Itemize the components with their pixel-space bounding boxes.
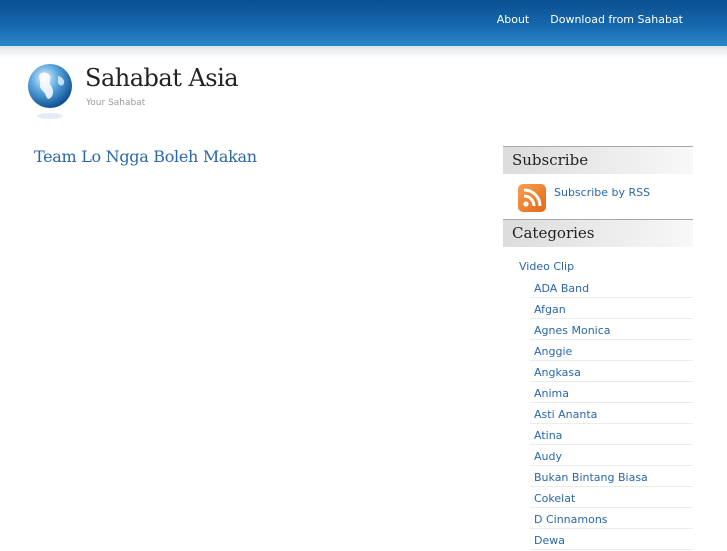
globe-icon[interactable] <box>27 63 75 123</box>
categories-heading: Categories <box>503 219 693 247</box>
list-item: Anima <box>530 382 693 403</box>
category-link[interactable]: Agnes Monica <box>534 324 611 337</box>
list-item: Angkasa <box>530 361 693 382</box>
category-link[interactable]: Angkasa <box>534 366 581 379</box>
subscribe-rss-link[interactable]: Subscribe by RSS <box>554 186 650 199</box>
top-header-bar: About Download from Sahabat <box>0 0 727 47</box>
nav-download-link[interactable]: Download from Sahabat <box>550 13 683 26</box>
subscribe-heading: Subscribe <box>503 146 693 174</box>
category-link[interactable]: Asti Ananta <box>534 408 597 421</box>
list-item: Cokelat <box>530 487 693 508</box>
list-item: ADA Band <box>530 277 693 298</box>
post-title-link[interactable]: Team Lo Ngga Boleh Makan <box>34 147 257 166</box>
sidebar: Subscribe Subscribe by RSS Categories Vi… <box>503 146 693 550</box>
category-link[interactable]: Atina <box>534 429 562 442</box>
site-tagline: Your Sahabat <box>86 98 146 108</box>
list-item: Atina <box>530 424 693 445</box>
category-link[interactable]: Cokelat <box>534 492 575 505</box>
header-shadow <box>0 46 727 58</box>
category-link[interactable]: ADA Band <box>534 282 589 295</box>
category-link[interactable]: Afgan <box>534 303 566 316</box>
category-list: ADA Band Afgan Agnes Monica Anggie Angka… <box>530 277 693 550</box>
list-item: Bukan Bintang Biasa <box>530 466 693 487</box>
category-link[interactable]: Anggie <box>534 345 572 358</box>
list-item: Agnes Monica <box>530 319 693 340</box>
list-item: Anggie <box>530 340 693 361</box>
list-item: D Cinnamons <box>530 508 693 529</box>
category-link[interactable]: D Cinnamons <box>534 513 608 526</box>
list-item: Audy <box>530 445 693 466</box>
category-link[interactable]: Audy <box>534 450 562 463</box>
top-nav: About Download from Sahabat <box>497 13 683 26</box>
rss-icon[interactable] <box>518 184 546 212</box>
category-link[interactable]: Dewa <box>534 534 565 547</box>
list-item: Dewa <box>530 529 693 550</box>
subscribe-row: Subscribe by RSS <box>503 174 693 219</box>
nav-about-link[interactable]: About <box>497 13 530 26</box>
list-item: Afgan <box>530 298 693 319</box>
category-link[interactable]: Anima <box>534 387 569 400</box>
category-video-clip[interactable]: Video Clip <box>519 260 693 273</box>
category-link[interactable]: Bukan Bintang Biasa <box>534 471 648 484</box>
list-item: Asti Ananta <box>530 403 693 424</box>
site-title[interactable]: Sahabat Asia <box>85 64 239 92</box>
